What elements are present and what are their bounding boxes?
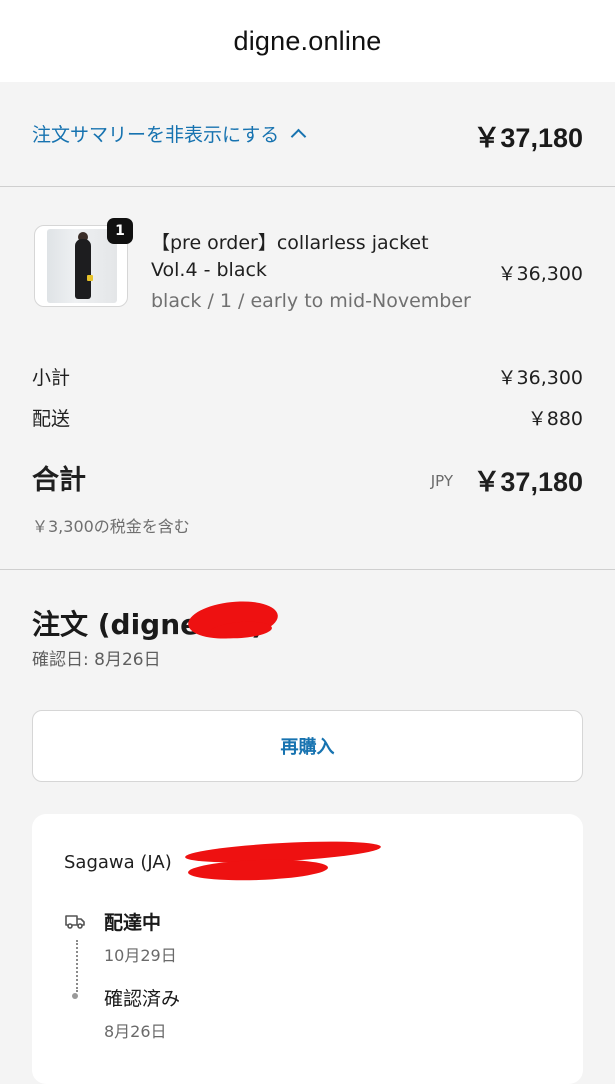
- hide-summary-link[interactable]: 注文サマリーを非表示にする: [32, 120, 307, 147]
- order-heading-prefix: 注文 (digne: [32, 608, 200, 641]
- order-summary: 1 【pre order】collarless jacket Vol.4 - b…: [0, 187, 615, 570]
- product-title: 【pre order】collarless jacket: [151, 232, 429, 254]
- order-confirmed-date: 確認日: 8月26日: [32, 650, 161, 670]
- subtotal-label: 小計: [32, 367, 71, 389]
- chevron-up-icon: [290, 128, 307, 145]
- shipping-label: 配送: [32, 408, 71, 430]
- site-domain: digne.online: [233, 25, 382, 56]
- carrier-name: Sagawa (JA): [64, 852, 172, 873]
- status-confirmed-date: 8月26日: [104, 1022, 167, 1041]
- rebuy-button[interactable]: 再購入: [32, 710, 583, 782]
- shipping-value: ￥880: [527, 408, 583, 430]
- truck-icon: [65, 915, 85, 929]
- status-in-transit-date: 10月29日: [104, 946, 177, 965]
- top-bar: digne.online: [0, 0, 615, 82]
- hide-summary-label: 注文サマリーを非表示にする: [32, 124, 280, 146]
- status-in-transit: 配達中: [104, 912, 162, 934]
- summary-total: ￥37,180: [473, 123, 583, 153]
- timeline-connector: [76, 940, 78, 992]
- rebuy-label: 再購入: [280, 737, 335, 758]
- total-label: 合計: [32, 465, 86, 496]
- product-subtitle: Vol.4 - black: [151, 259, 267, 281]
- order-summary-toggle[interactable]: 注文サマリーを非表示にする ￥37,180: [0, 82, 615, 187]
- product-price: ￥36,300: [497, 263, 583, 285]
- quantity-badge: 1: [107, 218, 133, 244]
- product-image: [47, 229, 117, 303]
- dot-icon: [72, 993, 78, 999]
- subtotal-value: ￥36,300: [497, 367, 583, 389]
- total-value: ￥37,180: [473, 467, 583, 497]
- status-confirmed: 確認済み: [104, 988, 181, 1010]
- tax-note: ￥3,300の税金を含む: [32, 517, 190, 536]
- currency-code: JPY: [430, 472, 453, 490]
- product-variant: black / 1 / early to mid-November: [151, 290, 471, 312]
